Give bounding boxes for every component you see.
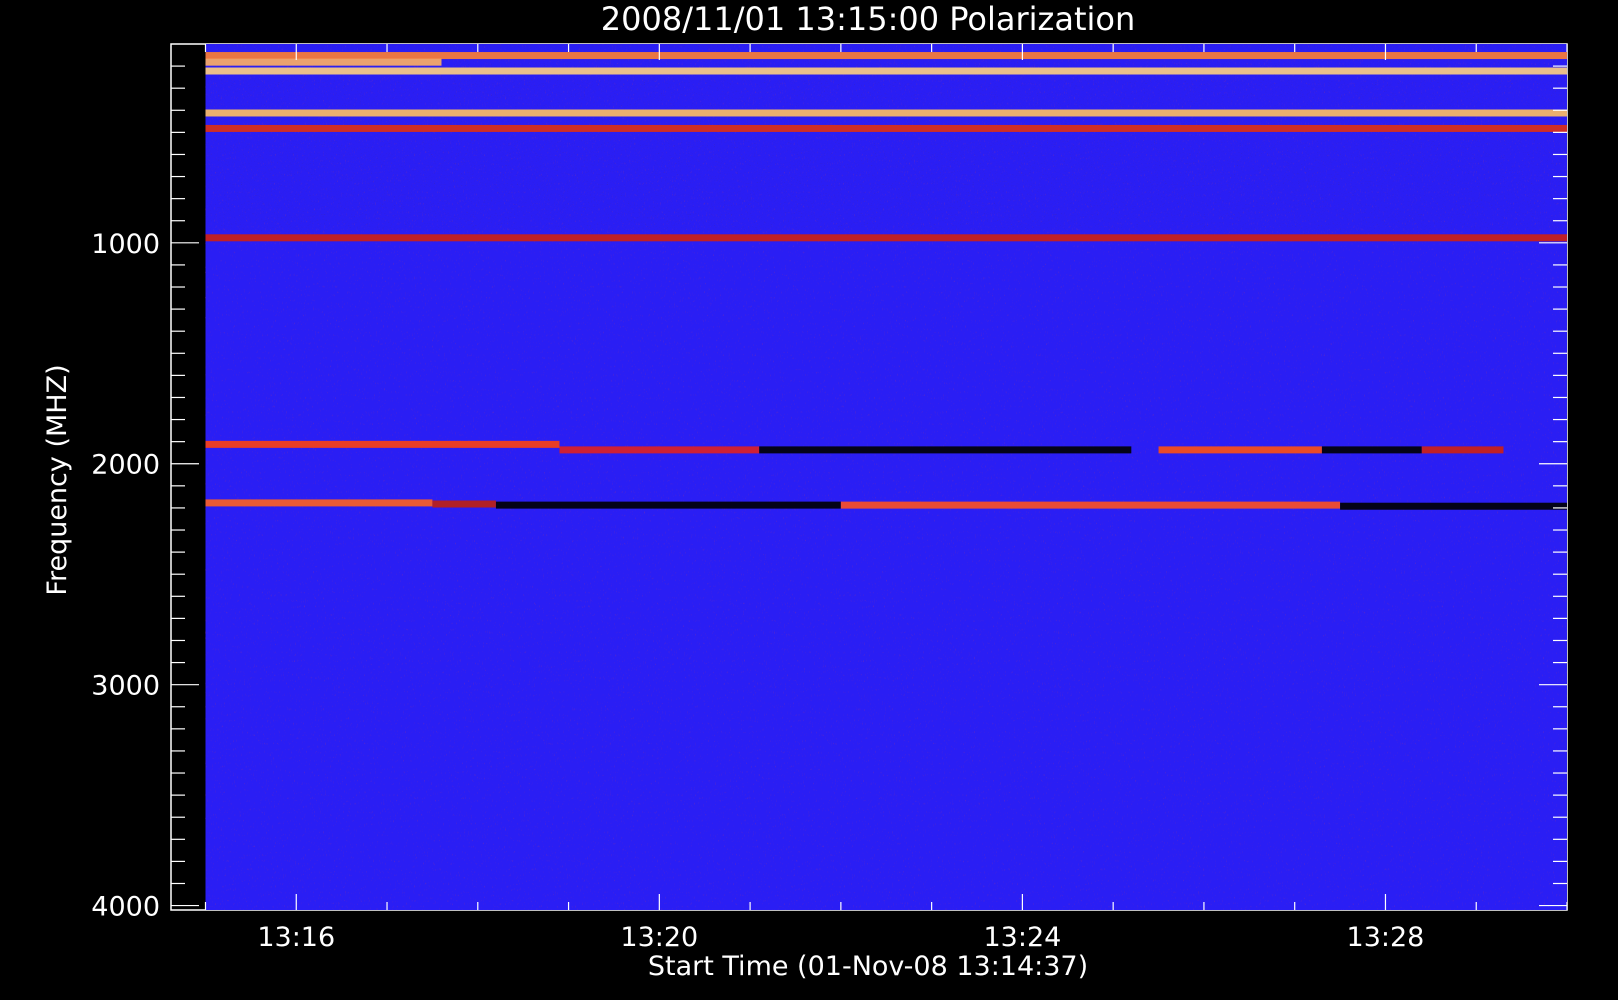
band-6 [205, 440, 560, 448]
band-14 [495, 501, 841, 509]
band-12 [205, 499, 433, 507]
band-16 [1340, 502, 1567, 510]
band-10 [1321, 446, 1422, 454]
band-9 [1158, 446, 1322, 454]
band-15 [840, 501, 1341, 509]
y-tick-label: 1000 [91, 229, 160, 260]
x-axis-label: Start Time (01-Nov-08 13:14:37) [648, 951, 1088, 982]
band-3 [205, 109, 1567, 117]
band-0 [205, 52, 1567, 60]
band-4 [205, 124, 1567, 132]
x-tick-label: 13:24 [983, 922, 1061, 953]
x-tick-labels: 13:16 13:20 13:24 13:28 [257, 922, 1424, 953]
band-5 [205, 234, 1567, 242]
spectrogram-heatmap [205, 44, 1567, 910]
band-8 [759, 446, 1132, 454]
band-11 [1421, 446, 1504, 454]
band-1 [205, 58, 442, 66]
band-2 [205, 67, 1567, 75]
y-tick-labels: 1000 2000 3000 4000 [91, 229, 160, 923]
x-tick-label: 13:20 [620, 922, 698, 953]
y-axis-label: Frequency (MHZ) [42, 364, 73, 595]
x-tick-label: 13:16 [257, 922, 335, 953]
y-tick-label: 3000 [91, 671, 160, 702]
band-7 [559, 446, 760, 454]
chart-title: 2008/11/01 13:15:00 Polarization [601, 0, 1135, 38]
y-tick-label: 4000 [91, 892, 160, 923]
y-tick-label: 2000 [91, 450, 160, 481]
polarization-chart: 2008/11/01 13:15:00 Polarization 13:16 13… [42, 0, 1568, 982]
x-tick-label: 13:28 [1347, 922, 1425, 953]
band-13 [432, 500, 496, 508]
